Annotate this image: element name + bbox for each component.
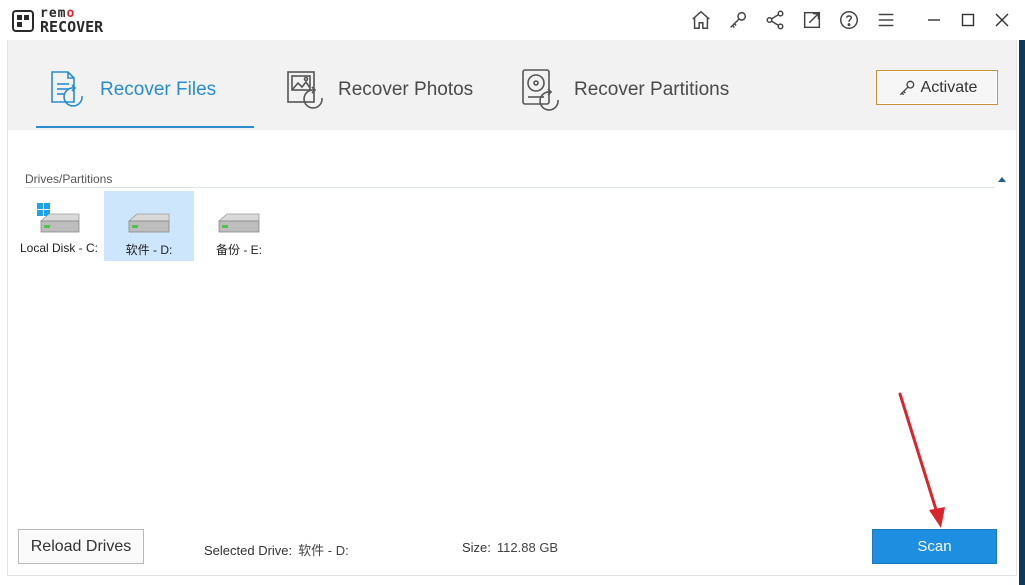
size-label: Size: xyxy=(462,540,491,555)
scan-button[interactable]: Scan xyxy=(872,529,997,564)
selected-drive-info: Selected Drive: 软件 - D: xyxy=(204,540,349,559)
home-icon[interactable] xyxy=(688,7,714,33)
logo-bottom-text: RECOVER xyxy=(40,18,104,36)
tab-bar: Recover Files Recover Photos Recover Par… xyxy=(8,40,1016,130)
section-title: Drives/Partitions xyxy=(25,172,113,186)
reload-drives-button[interactable]: Reload Drives xyxy=(18,529,144,564)
active-tab-indicator xyxy=(36,126,254,128)
tab-label: Recover Partitions xyxy=(574,79,730,100)
drive-label: Local Disk - C: xyxy=(19,241,99,255)
size-value: 112.88 GB xyxy=(496,540,559,555)
tab-label: Recover Photos xyxy=(338,79,474,100)
menu-icon[interactable] xyxy=(873,7,899,33)
drive-label: 备份 - E: xyxy=(215,243,262,257)
activate-label: Activate xyxy=(920,78,978,96)
tab-label: Recover Files xyxy=(100,79,217,100)
activate-button[interactable]: Activate xyxy=(876,70,998,105)
chevron-up-icon[interactable] xyxy=(997,175,1007,183)
maximize-icon[interactable] xyxy=(955,7,981,33)
title-bar: remo RECOVER xyxy=(0,0,1025,40)
drive-label: 软件 - D: xyxy=(125,243,173,257)
partition-recover-icon xyxy=(522,69,559,111)
drive-icon xyxy=(217,213,260,233)
selected-drive-value: 软件 - D: xyxy=(298,543,349,558)
drive-icon xyxy=(127,213,170,233)
close-icon[interactable] xyxy=(989,7,1015,33)
key-icon[interactable] xyxy=(725,7,751,33)
external-link-icon[interactable] xyxy=(799,7,825,33)
photo-recover-icon xyxy=(287,71,323,109)
drive-item-d[interactable]: 软件 - D: xyxy=(104,191,194,261)
drive-item-c[interactable]: Local Disk - C: xyxy=(14,191,104,261)
key-icon xyxy=(899,80,914,95)
logo-mark-icon xyxy=(12,10,34,32)
share-icon[interactable] xyxy=(762,7,788,33)
app-logo: remo RECOVER xyxy=(12,7,103,35)
drives-section-header: Drives/Partitions xyxy=(25,172,1011,188)
tab-recover-partitions[interactable]: Recover Partitions xyxy=(518,65,729,115)
bottom-bar: Reload Drives Selected Drive: 软件 - D: Siz… xyxy=(8,520,1016,576)
divider xyxy=(25,187,995,188)
system-drive-icon xyxy=(37,203,80,233)
main-panel: Recover Files Recover Photos Recover Par… xyxy=(7,40,1017,576)
tab-recover-files[interactable]: Recover Files xyxy=(44,65,216,115)
file-recover-icon xyxy=(51,71,83,107)
tab-recover-photos[interactable]: Recover Photos xyxy=(282,65,473,115)
size-info: Size: 112.88 GB xyxy=(462,540,558,555)
drive-item-e[interactable]: 备份 - E: xyxy=(194,191,284,261)
help-icon[interactable] xyxy=(836,7,862,33)
title-toolbar xyxy=(677,6,1015,34)
desktop-background-strip xyxy=(1019,40,1025,585)
minimize-icon[interactable] xyxy=(921,7,947,33)
selected-drive-label: Selected Drive: xyxy=(204,543,293,558)
